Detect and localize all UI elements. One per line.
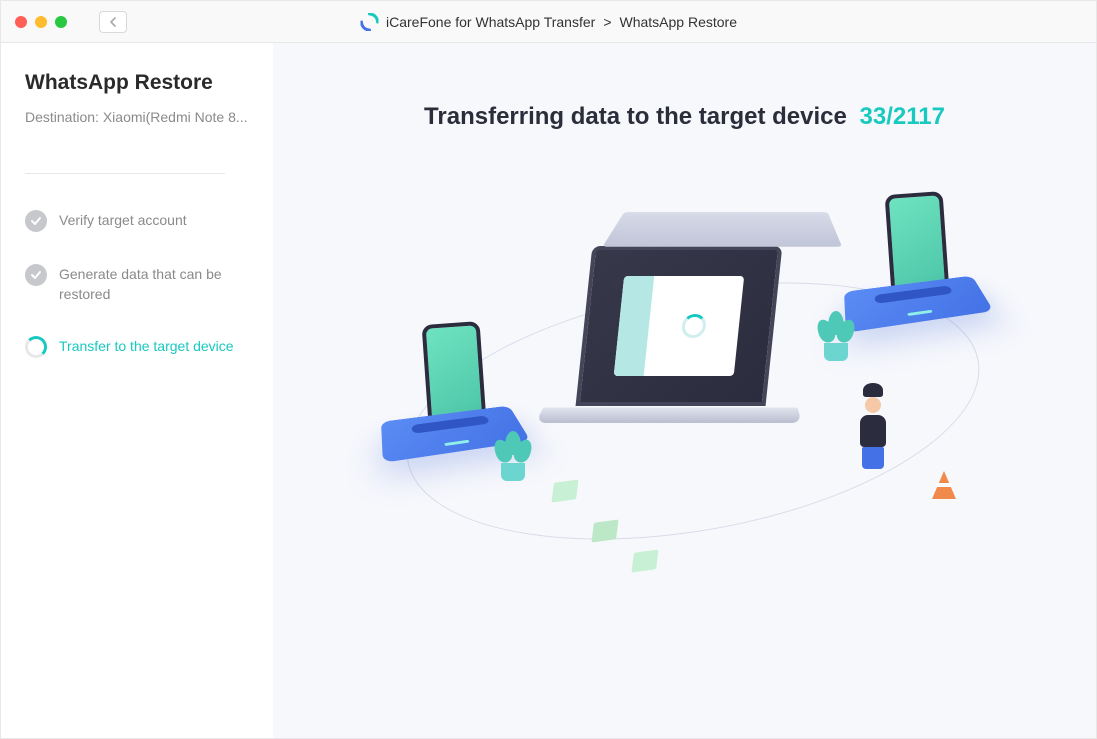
paper-icon <box>631 549 658 572</box>
window-controls <box>15 16 67 28</box>
maximize-window-button[interactable] <box>55 16 67 28</box>
step-label: Generate data that can be restored <box>59 264 249 304</box>
step-verify-account: Verify target account <box>25 210 249 232</box>
sidebar: WhatsApp Restore Destination: Xiaomi(Red… <box>1 43 273 738</box>
step-label: Verify target account <box>59 210 187 231</box>
plant-icon <box>493 421 533 481</box>
content-area: WhatsApp Restore Destination: Xiaomi(Red… <box>1 43 1096 738</box>
main-panel: Transferring data to the target device 3… <box>273 43 1096 738</box>
sidebar-title: WhatsApp Restore <box>25 71 249 95</box>
person-icon <box>857 401 886 469</box>
check-icon <box>25 210 47 232</box>
chevron-left-icon <box>109 17 117 27</box>
app-name: iCareFone for WhatsApp Transfer <box>386 14 595 30</box>
breadcrumb-page: WhatsApp Restore <box>620 14 738 30</box>
titlebar: iCareFone for WhatsApp Transfer > WhatsA… <box>1 1 1096 43</box>
app-logo-icon <box>360 13 378 31</box>
breadcrumb-separator: > <box>603 14 611 30</box>
transfer-illustration <box>313 171 1056 611</box>
traffic-cone-icon <box>932 471 956 499</box>
close-window-button[interactable] <box>15 16 27 28</box>
spinner-icon <box>25 336 47 358</box>
check-icon <box>25 264 47 286</box>
paper-icon <box>551 479 578 502</box>
laptop-icon <box>574 246 818 424</box>
destination-label: Destination: Xiaomi(Redmi Note 8... <box>25 109 249 125</box>
minimize-window-button[interactable] <box>35 16 47 28</box>
loading-spinner-icon <box>681 314 708 338</box>
step-generate-data: Generate data that can be restored <box>25 264 249 304</box>
main-heading: Transferring data to the target device 3… <box>313 103 1056 131</box>
progress-count: 33/2117 <box>860 103 945 130</box>
app-window: iCareFone for WhatsApp Transfer > WhatsA… <box>0 0 1097 739</box>
step-transfer: Transfer to the target device <box>25 336 249 358</box>
divider <box>25 173 225 174</box>
back-button[interactable] <box>99 11 127 33</box>
breadcrumb: iCareFone for WhatsApp Transfer > WhatsA… <box>360 13 737 31</box>
plant-icon <box>816 301 856 361</box>
steps-list: Verify target account Generate data that… <box>25 210 249 358</box>
step-label: Transfer to the target device <box>59 336 234 357</box>
paper-icon <box>591 519 618 542</box>
target-dock <box>846 271 986 361</box>
